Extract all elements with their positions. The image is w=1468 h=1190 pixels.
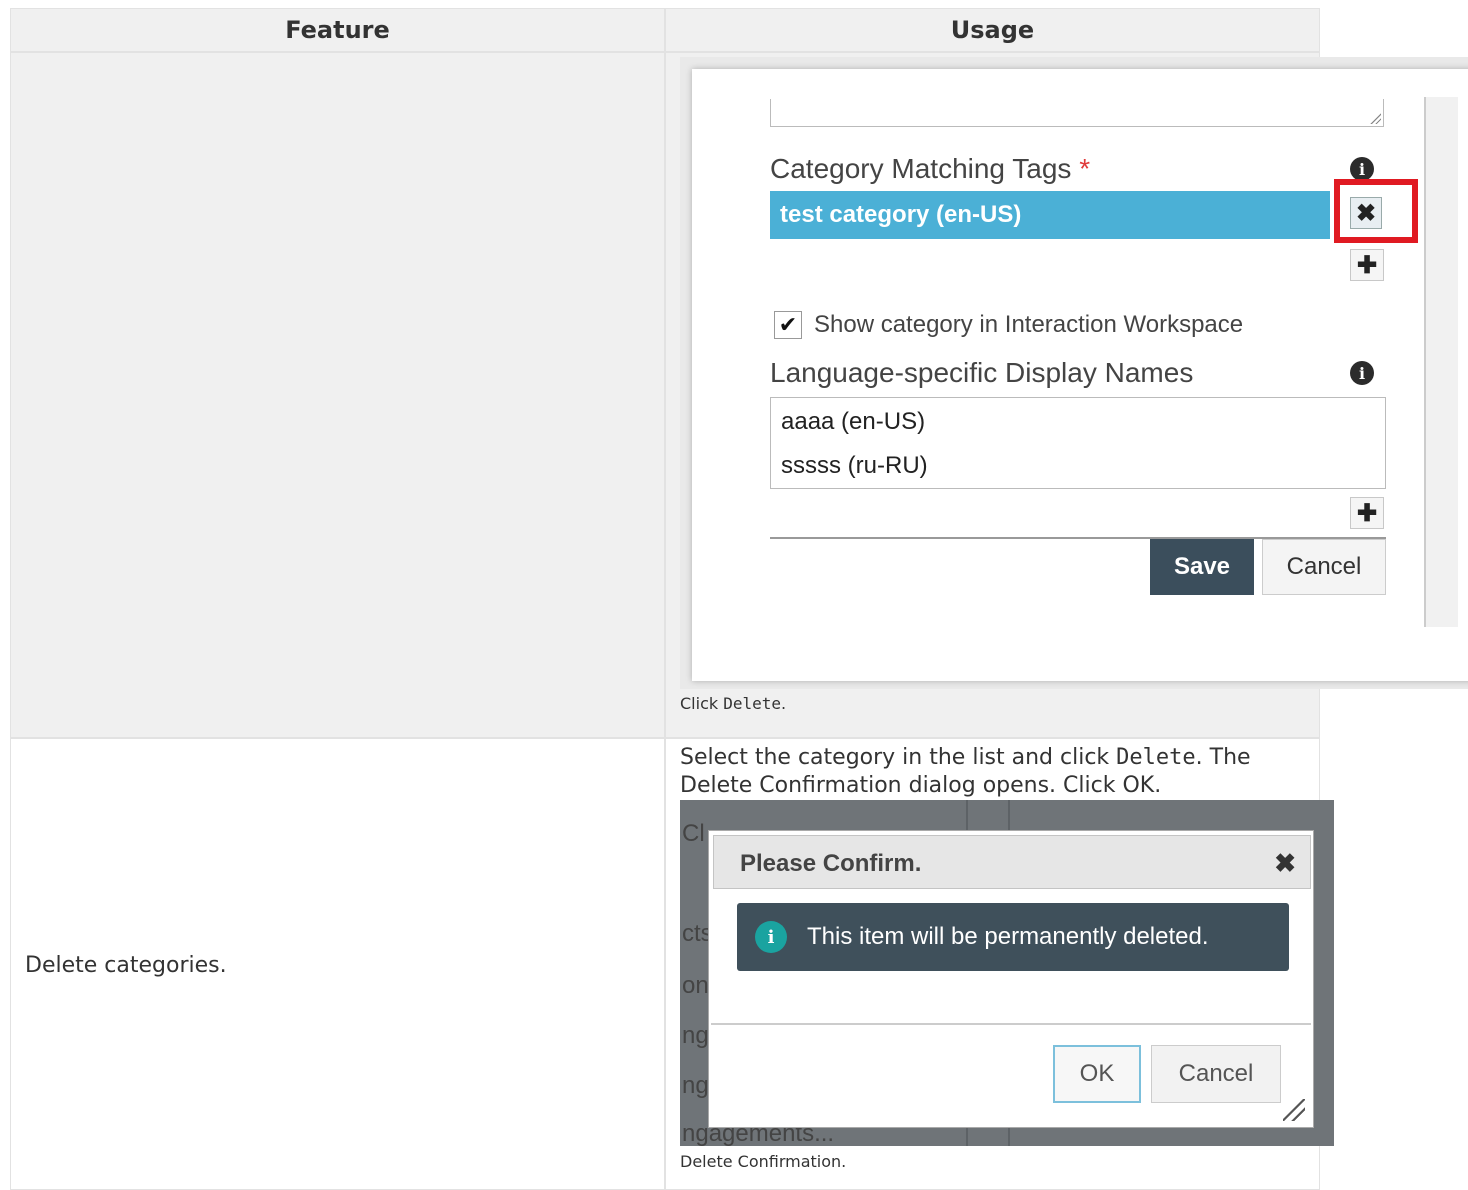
list-item[interactable]: aaaa (en-US) [781,408,925,436]
selected-tag-row[interactable]: test category (en-US) [770,191,1330,239]
header-feature-label: Feature [285,16,390,44]
display-names-list: aaaa (en-US) sssss (ru-RU) [770,397,1386,489]
background-text: ng [682,1022,709,1049]
show-category-label: Show category in Interaction Workspace [814,311,1244,338]
names-label: Language-specific Display Names [770,357,1194,388]
divider [711,1023,1311,1025]
info-icon-glyph: i [767,926,775,948]
row1-feature-cell [10,52,665,738]
edit-category-dialog: Category Matching Tags * i test category… [692,69,1468,681]
scrollbar[interactable] [1424,97,1458,627]
dialog-header: Please Confirm. ✖ [713,835,1311,889]
background-text: Cl [682,820,705,847]
cancel-button[interactable]: Cancel [1151,1045,1281,1103]
header-usage: Usage [665,8,1320,52]
checkmark-icon: ✔ [778,312,798,337]
warning-text: This item will be permanently deleted. [807,923,1209,950]
info-icon[interactable]: i [1350,361,1374,385]
feature-delete-categories: Delete categories. [25,953,227,978]
warning-message: i This item will be permanently deleted. [737,903,1289,971]
resize-grip-icon[interactable] [1369,112,1381,124]
required-marker: * [1079,153,1091,184]
caption-text: Click [680,694,724,713]
header-usage-label: Usage [950,16,1035,44]
info-icon: i [755,921,787,953]
save-button[interactable]: Save [1150,539,1254,595]
background-text: ng [682,1072,709,1099]
caption-text: . [781,694,787,713]
info-icon[interactable]: i [1350,157,1374,181]
show-category-checkbox[interactable]: ✔ [774,311,802,339]
description-textarea[interactable] [770,99,1384,127]
background-text: on [682,972,709,999]
edit-category-screenshot: Category Matching Tags * i test category… [680,57,1468,689]
add-tag-button[interactable]: ✚ [1350,249,1384,281]
resize-grip-icon[interactable] [1283,1099,1305,1121]
list-item[interactable]: sssss (ru-RU) [781,452,928,480]
header-feature: Feature [10,8,665,52]
plus-icon: ✚ [1356,251,1378,279]
dialog-title: Please Confirm. [740,850,922,877]
add-name-button[interactable]: ✚ [1350,497,1384,529]
ok-button[interactable]: OK [1053,1045,1141,1103]
caption-click-delete: Click Delete. [680,694,786,713]
tags-label-text: Category Matching Tags [770,153,1072,184]
highlight-box [1334,179,1418,243]
tags-label: Category Matching Tags * [770,153,1090,185]
cancel-button[interactable]: Cancel [1262,539,1386,595]
delete-confirm-screenshot: Cl cts on ng ng ngagements... Please Con… [680,800,1334,1146]
caption-code: Delete [723,694,782,713]
usage-code: Delete [1116,745,1196,770]
usage-text: Select the category in the list and clic… [680,745,1117,770]
plus-icon: ✚ [1356,499,1378,527]
close-icon[interactable]: ✖ [1274,848,1296,879]
caption-delete-confirmation: Delete Confirmation. [680,1152,847,1171]
tag-value: test category (en-US) [780,201,1022,228]
info-icon-glyph: i [1358,159,1366,179]
confirm-dialog: Please Confirm. ✖ i This item will be pe… [708,830,1314,1128]
info-icon-glyph: i [1358,363,1366,383]
usage-instructions: Select the category in the list and clic… [680,744,1310,800]
